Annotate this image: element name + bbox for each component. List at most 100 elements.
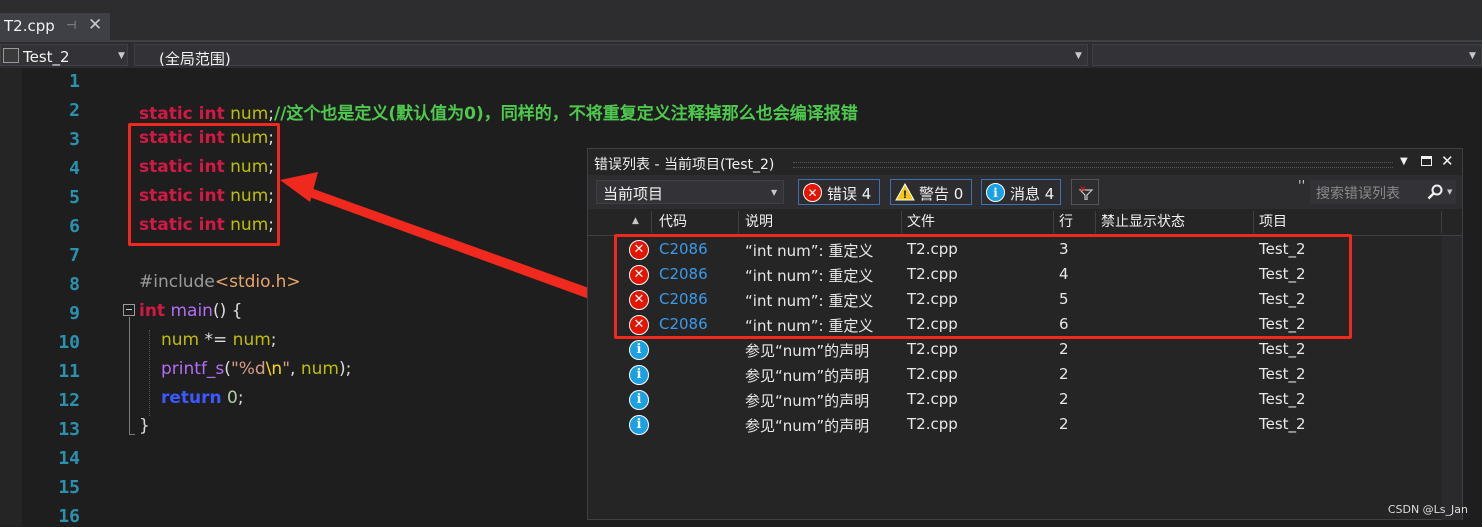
- line-number: 11: [58, 361, 80, 382]
- column-header-line[interactable]: 行: [1059, 211, 1073, 235]
- filter-button[interactable]: ✕: [1071, 179, 1099, 205]
- messages-count: 消息 4: [1010, 185, 1055, 203]
- column-separator[interactable]: [1095, 211, 1096, 233]
- table-row[interactable]: i 参见“num”的声明 T2.cpp 2 Test_2: [588, 363, 1440, 388]
- warnings-count: 警告 0: [919, 185, 964, 203]
- function-name: main: [170, 301, 213, 321]
- code-line-13[interactable]: }: [139, 416, 150, 436]
- line-number: 4: [69, 158, 80, 179]
- error-file: T2.cpp: [907, 365, 958, 383]
- collapse-toggle[interactable]: [123, 304, 135, 316]
- maximize-icon[interactable]: [1421, 156, 1432, 166]
- table-row[interactable]: i 参见“num”的声明 T2.cpp 2 Test_2: [588, 338, 1440, 363]
- identifier: num: [232, 330, 271, 350]
- string-literal: ": [282, 359, 291, 379]
- line-number: 7: [69, 245, 80, 266]
- column-separator[interactable]: [1253, 211, 1254, 233]
- line-number: 1: [69, 71, 80, 92]
- scope-select[interactable]: 当前项目 ▼: [596, 180, 784, 204]
- panel-grip[interactable]: [793, 162, 1393, 168]
- error-description: 参见“num”的声明: [745, 367, 870, 385]
- punctuation: () {: [212, 301, 243, 321]
- filter-icon: ✕: [1078, 184, 1094, 200]
- table-row[interactable]: i 参见“num”的声明 T2.cpp 2 Test_2: [588, 413, 1440, 438]
- line-number: 10: [58, 332, 80, 353]
- warning-icon: !: [895, 183, 915, 201]
- chevron-down-icon[interactable]: ▼: [1447, 188, 1452, 196]
- annotation-arrow: [280, 172, 600, 300]
- info-icon: i: [629, 415, 649, 435]
- line-number: 9: [69, 303, 80, 324]
- column-separator[interactable]: [651, 211, 652, 233]
- error-description: 参见“num”的声明: [745, 417, 870, 435]
- column-header-project[interactable]: 项目: [1259, 211, 1287, 235]
- punctuation: ;: [270, 330, 277, 350]
- arrow-shaft: [304, 187, 600, 300]
- comment: //这个也是定义(默认值为0)，同样的，不将重复定义注释掉那么也会编译报错: [273, 104, 858, 124]
- error-line: 2: [1059, 365, 1069, 383]
- warnings-filter-button[interactable]: ! 警告 0: [890, 179, 972, 205]
- punctuation: (: [224, 359, 231, 379]
- column-header-description[interactable]: 说明: [745, 211, 773, 235]
- error-description: 参见“num”的声明: [745, 342, 870, 360]
- code-line-10[interactable]: num *= num;: [161, 330, 277, 350]
- scope-dropdown[interactable]: (全局范围) ▼: [134, 44, 1088, 68]
- column-header-suppression-state[interactable]: 禁止显示状态: [1101, 211, 1185, 235]
- panel-title: 错误列表 - 当前项目(Test_2): [594, 157, 775, 173]
- punctuation: ,: [290, 359, 301, 379]
- keyword: int: [139, 301, 166, 321]
- error-icon: ✕: [803, 183, 822, 202]
- vertical-scrollbar[interactable]: [1442, 236, 1462, 520]
- error-file: T2.cpp: [907, 390, 958, 408]
- number-literal: 0: [227, 388, 238, 408]
- info-icon: i: [629, 340, 649, 360]
- messages-filter-button[interactable]: i 消息 4: [981, 179, 1061, 205]
- svg-text:!: !: [903, 189, 907, 201]
- column-separator[interactable]: [1441, 211, 1442, 233]
- error-project: Test_2: [1259, 390, 1306, 408]
- identifier: num: [230, 104, 269, 124]
- search-icon[interactable]: [1427, 184, 1443, 200]
- code-line-12[interactable]: return 0;: [161, 388, 244, 408]
- annotation-box-code: [128, 123, 280, 246]
- table-header: [588, 209, 1462, 236]
- tab-title: T2.cpp: [4, 17, 55, 35]
- code-line-11[interactable]: printf_s("%d\n", num);: [161, 359, 351, 379]
- watermark: CSDN @Ls_Jan: [1387, 503, 1468, 516]
- toolbar-overflow[interactable]: '': [1298, 179, 1305, 194]
- error-line: 2: [1059, 390, 1069, 408]
- member-dropdown[interactable]: ▼: [1092, 44, 1482, 66]
- panel-menu-icon[interactable]: ▼: [1400, 156, 1408, 167]
- column-header-file[interactable]: 文件: [907, 211, 935, 235]
- pin-icon[interactable]: ⊣: [66, 18, 76, 32]
- function-name: printf_s: [161, 359, 225, 379]
- line-number: 14: [58, 448, 80, 469]
- errors-filter-button[interactable]: ✕ 错误 4: [798, 179, 880, 205]
- info-icon: i: [986, 183, 1005, 202]
- keyword: static int: [139, 104, 225, 124]
- column-separator[interactable]: [1053, 211, 1054, 233]
- operator: *=: [199, 330, 233, 350]
- column-separator[interactable]: [901, 211, 902, 233]
- chevron-down-icon: ▼: [118, 51, 125, 61]
- line-number: 2: [69, 100, 80, 121]
- chevron-down-icon: ▼: [1075, 51, 1082, 61]
- line-number: 15: [58, 477, 80, 498]
- code-line-2[interactable]: static int num;//这个也是定义(默认值为0)，同样的，不将重复定…: [139, 99, 858, 124]
- errors-count: 错误 4: [827, 185, 872, 203]
- close-icon[interactable]: ✕: [88, 15, 102, 35]
- project-dropdown[interactable]: Test_2 ▼: [0, 44, 128, 66]
- error-file: T2.cpp: [907, 415, 958, 433]
- tab-t2-cpp[interactable]: T2.cpp ⊣ ✕: [0, 13, 110, 40]
- annotation-box-errors: [614, 234, 1352, 339]
- error-file: T2.cpp: [907, 340, 958, 358]
- close-icon[interactable]: ✕: [1441, 152, 1454, 170]
- line-number: 6: [69, 216, 80, 237]
- column-header-code[interactable]: 代码: [659, 211, 687, 235]
- column-separator[interactable]: [738, 211, 739, 233]
- table-row[interactable]: i 参见“num”的声明 T2.cpp 2 Test_2: [588, 388, 1440, 413]
- search-box[interactable]: 搜索错误列表 ▼: [1310, 180, 1456, 204]
- sort-up-icon[interactable]: ▲: [632, 216, 639, 226]
- punctuation: );: [338, 359, 352, 379]
- code-line-9[interactable]: int main() {: [139, 301, 242, 321]
